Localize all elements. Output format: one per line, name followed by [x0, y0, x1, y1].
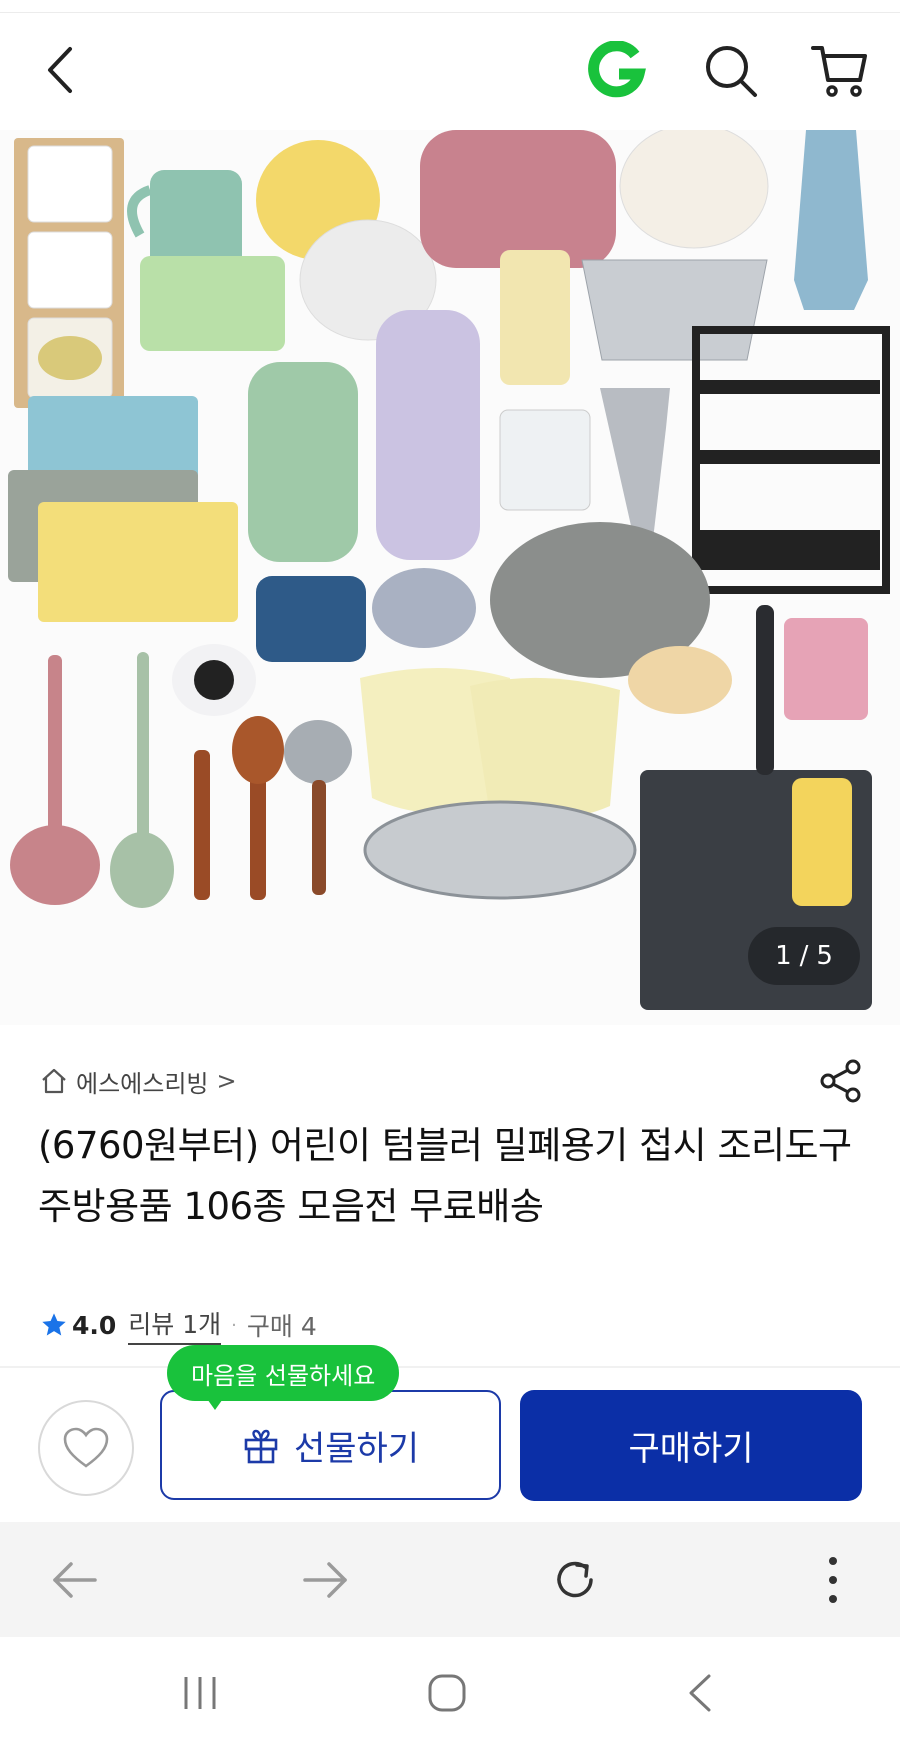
product-title: (6760원부터) 어린이 텀블러 밀폐용기 접시 조리도구 주방용품 106종…: [38, 1124, 852, 1228]
cart-icon: [811, 46, 867, 97]
back-icon: [689, 1674, 711, 1712]
store-link[interactable]: 에스에스리빙 >: [40, 1063, 237, 1099]
system-back-button[interactable]: [665, 1667, 735, 1719]
counter-separator: /: [799, 941, 809, 971]
buy-button[interactable]: 구매하기: [520, 1390, 862, 1501]
star-icon: [42, 1313, 66, 1336]
product-image-carousel[interactable]: 1 / 5: [0, 130, 900, 1025]
store-chevron: >: [216, 1067, 237, 1095]
counter-current: 1: [775, 941, 792, 971]
heart-icon: [63, 1427, 109, 1468]
chevron-left-icon: [48, 47, 72, 93]
section-divider: [0, 1366, 900, 1368]
app-header: [0, 20, 900, 130]
search-icon: [706, 46, 757, 97]
image-counter: 1 / 5: [748, 927, 860, 985]
tooltip-tail: [205, 1396, 225, 1410]
product-collage-image: [8, 130, 890, 1010]
review-link[interactable]: 리뷰 1개: [128, 1305, 222, 1345]
gift-tooltip: 마음을 선물하세요: [167, 1345, 400, 1401]
rating-separator: ·: [231, 1314, 237, 1336]
browser-toolbar: [0, 1522, 900, 1637]
arrow-left-icon: [53, 1562, 97, 1598]
rating-row: 4.0 리뷰 1개 · 구매 4: [40, 1305, 317, 1345]
buy-label: 구매하기: [628, 1429, 754, 1469]
logo-icon: [588, 41, 646, 98]
system-navigation-bar: [0, 1637, 900, 1749]
browser-menu-button[interactable]: [808, 1548, 858, 1612]
store-name: 에스에스리빙: [76, 1069, 209, 1098]
gift-icon: [244, 1429, 278, 1464]
more-vertical-icon: [829, 1557, 837, 1603]
recents-icon: [184, 1677, 216, 1709]
recents-button[interactable]: [165, 1667, 235, 1719]
cart-button[interactable]: [806, 38, 872, 104]
reload-icon: [557, 1561, 593, 1598]
share-button[interactable]: [818, 1058, 864, 1104]
wishlist-button[interactable]: [38, 1400, 134, 1496]
home-button[interactable]: [412, 1665, 482, 1721]
browser-forward-button[interactable]: [290, 1550, 360, 1610]
counter-total: 5: [816, 941, 833, 971]
purchase-count: 구매 4: [246, 1312, 317, 1341]
status-divider: [0, 12, 900, 13]
search-button[interactable]: [698, 38, 764, 104]
browser-back-button[interactable]: [40, 1550, 110, 1610]
arrow-right-icon: [303, 1562, 347, 1598]
share-icon: [820, 1059, 861, 1103]
reload-button[interactable]: [540, 1548, 610, 1612]
gift-label: 선물하기: [293, 1428, 420, 1469]
home-circle-icon: [428, 1674, 466, 1712]
home-icon: [42, 1068, 66, 1094]
rating-score: 4.0: [72, 1310, 117, 1340]
back-button[interactable]: [30, 38, 90, 102]
gmarket-logo[interactable]: [584, 38, 650, 104]
